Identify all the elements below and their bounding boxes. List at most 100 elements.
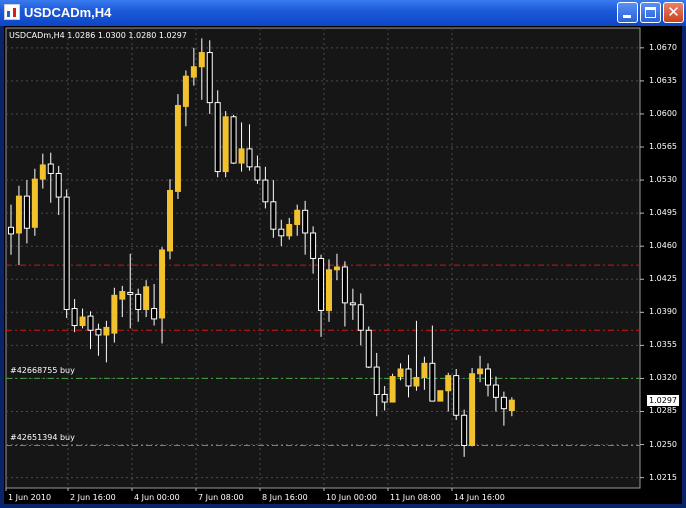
candle-body [8,226,14,235]
candle-body [174,104,181,192]
candle-body [238,148,245,164]
candle-body [453,375,460,416]
candle-body [341,266,348,304]
candle-body [15,195,22,234]
minimize-icon [623,15,631,18]
time-tick-label: 10 Jun 00:00 [326,493,377,502]
price-tick-label: 1.0530 [649,175,677,185]
candle-body [246,148,253,168]
candle-body [381,393,388,403]
candle-body [198,52,205,68]
candle-body [222,116,229,173]
price-tick-label: 1.0670 [649,42,677,52]
maximize-button[interactable] [640,2,661,23]
price-tick-label: 1.0495 [649,208,677,218]
price-tick-label: 1.0460 [649,241,677,251]
candle-body [111,294,118,334]
title-bar[interactable]: USDCADm,H4 ✕ [0,0,686,26]
time-tick-label: 14 Jun 16:00 [454,493,505,502]
current-price-label: 1.0297 [647,395,679,407]
time-tick-label: 11 Jun 08:00 [390,493,441,502]
candle-body [500,396,507,410]
candle-body [421,362,428,378]
chart-area[interactable]: USDCADm,H4 1.0286 1.0300 1.0280 1.0297 1… [4,26,682,504]
time-tick-label: 2 Jun 16:00 [70,493,116,502]
candle-body [318,257,325,311]
buy-order-label: #42668755 buy [10,366,75,376]
close-button[interactable]: ✕ [663,2,684,23]
candle-body [23,195,30,229]
price-tick-label: 1.0355 [649,340,677,350]
candle-body [429,362,436,402]
minimize-button[interactable] [617,2,638,23]
buy-order-label: #42651394 buy [10,433,75,443]
candle-body [214,102,221,173]
price-tick-label: 1.0320 [649,373,677,383]
candle-body [103,326,110,336]
time-tick-label: 8 Jun 16:00 [262,493,308,502]
candle-body [230,116,237,164]
candle-body [55,172,62,198]
candle-body [492,384,499,398]
candle-body [31,178,38,228]
candle-body [47,163,54,174]
candle-body [151,308,158,320]
price-tick-label: 1.0635 [649,75,677,85]
candle-body [357,304,364,331]
candle-body [63,196,70,310]
candle-body [373,366,380,395]
candle-body [437,390,444,402]
close-icon: ✕ [667,3,680,21]
candle-body [79,316,86,327]
mt4-chart-window: USDCADm,H4 ✕ USDCADm,H4 1.0286 1.0300 1.… [0,0,686,508]
candle-body [135,293,142,310]
time-tick-label: 4 Jun 00:00 [134,493,180,502]
maximize-icon [645,7,656,18]
candle-body [326,269,332,311]
window-title: USDCADm,H4 [24,5,112,20]
candle-body [119,291,126,300]
price-tick-label: 1.0565 [649,142,677,151]
candle-body [182,75,189,107]
candle-body [206,52,213,104]
candle-body [365,329,372,368]
candlestick-chart[interactable] [4,26,682,504]
candle-body [190,66,197,78]
candle-body [278,228,285,237]
candle-body [413,376,420,387]
candle-body [39,164,46,180]
candle-body [159,249,166,319]
candle-body [405,368,412,387]
candle-body [508,399,515,412]
candle-body [71,308,78,327]
price-tick-label: 1.0425 [649,274,677,284]
candle-body [87,315,94,331]
symbol-ohlc-label: USDCADm,H4 1.0286 1.0300 1.0280 1.0297 [9,31,187,40]
candle-body [349,302,356,306]
price-tick-label: 1.0215 [649,472,677,482]
time-tick-label: 7 Jun 08:00 [198,493,244,502]
candle-body [262,179,269,203]
candle-body [477,368,484,375]
candle-body [254,166,261,181]
time-tick-label: 1 Jun 2010 [8,493,52,502]
candle-body [127,291,134,295]
candle-body [461,414,468,446]
candle-body [397,368,404,378]
candle-body [485,368,491,386]
candle-body [270,201,277,230]
candle-body [167,189,173,252]
candle-body [95,328,102,336]
candle-body [445,375,452,392]
chart-app-icon [4,4,20,20]
price-tick-label: 1.0390 [649,307,677,317]
candle-body [469,373,476,446]
price-tick-label: 1.0250 [649,439,677,449]
candle-body [302,209,309,234]
candle-body [286,223,293,237]
candle-body [310,232,317,259]
candle-body [294,209,301,225]
price-tick-label: 1.0285 [649,406,677,416]
candle-body [143,286,150,310]
price-tick-label: 1.0600 [649,108,677,118]
